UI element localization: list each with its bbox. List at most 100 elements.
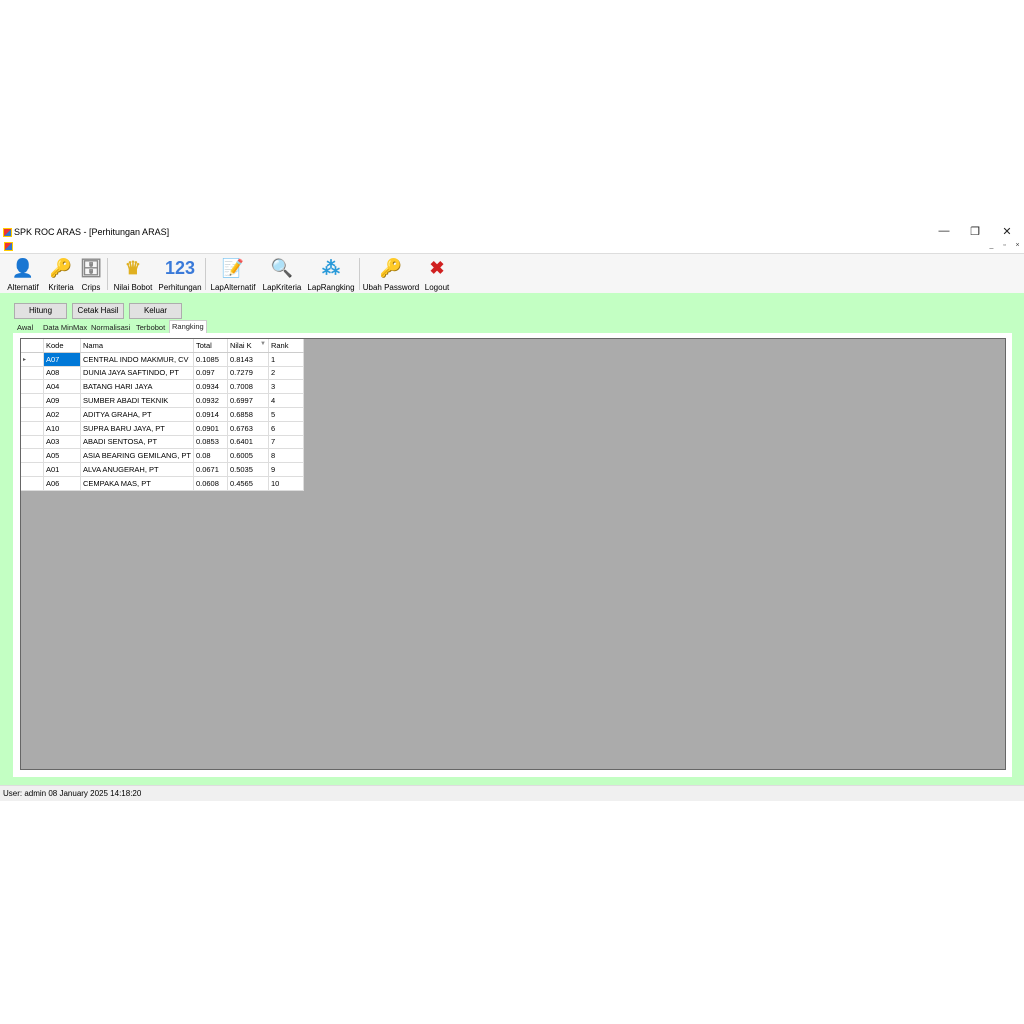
mdi-close-button[interactable]: × [1012, 242, 1023, 249]
ranking-grid[interactable]: Kode Nama Total Nilai K ▼ Rank ▸ A07 CENTR… [20, 338, 1006, 770]
cell-total[interactable]: 0.0853 [193, 435, 228, 450]
cell-total[interactable]: 0.097 [193, 366, 228, 381]
table-row[interactable]: A09 SUMBER ABADI TEKNIK 0.0932 0.6997 4 [21, 393, 304, 408]
cell-kode[interactable]: A02 [43, 407, 81, 422]
column-header-nilai-k[interactable]: Nilai K ▼ [227, 339, 269, 353]
cell-nilai-k[interactable]: 0.5035 [227, 462, 269, 477]
cell-nama[interactable]: CENTRAL INDO MAKMUR, CV [80, 352, 194, 367]
cell-kode[interactable]: A08 [43, 366, 81, 381]
toolbar-button-alternatif[interactable]: 👤 Alternatif [5, 254, 41, 294]
row-header[interactable] [21, 435, 44, 450]
row-header[interactable] [21, 448, 44, 464]
cell-total[interactable]: 0.0608 [193, 476, 228, 491]
toolbar-button-lapalternatif[interactable]: 📝 LapAlternatif [208, 254, 258, 294]
toolbar-button-crips[interactable]: 🗄 Crips [78, 254, 104, 294]
cell-kode[interactable]: A06 [43, 476, 81, 491]
toolbar-button-ubah-password[interactable]: 🔑 Ubah Password [362, 254, 420, 294]
table-row[interactable]: A04 BATANG HARI JAYA 0.0934 0.7008 3 [21, 379, 304, 395]
cell-nilai-k[interactable]: 0.8143 [227, 352, 269, 367]
cell-kode[interactable]: A04 [43, 379, 81, 395]
tab-terbobot[interactable]: Terbobot [134, 322, 167, 333]
cell-rank[interactable]: 7 [268, 435, 304, 450]
toolbar-button-logout[interactable]: ✖ Logout [422, 254, 452, 294]
row-header[interactable] [21, 393, 44, 408]
mdi-minimize-button[interactable]: _ [986, 242, 997, 249]
hitung-button[interactable]: Hitung [14, 303, 67, 319]
cell-kode[interactable]: A05 [43, 448, 81, 464]
cell-nama[interactable]: ALVA ANUGERAH, PT [80, 462, 194, 477]
cell-nama[interactable]: ASIA BEARING GEMILANG, PT [80, 448, 194, 464]
row-header[interactable]: ▸ [21, 352, 44, 367]
cell-nama[interactable]: ABADI SENTOSA, PT [80, 435, 194, 450]
table-row[interactable]: A02 ADITYA GRAHA, PT 0.0914 0.6858 5 [21, 407, 304, 422]
cell-kode[interactable]: A09 [43, 393, 81, 408]
cell-nama[interactable]: CEMPAKA MAS, PT [80, 476, 194, 491]
table-row[interactable]: ▸ A07 CENTRAL INDO MAKMUR, CV 0.1085 0.8143 1 [21, 352, 304, 367]
cell-nilai-k[interactable]: 0.6005 [227, 448, 269, 464]
cell-rank[interactable]: 10 [268, 476, 304, 491]
column-header-total[interactable]: Total [193, 339, 228, 353]
toolbar-button-kriteria[interactable]: 🔑 Kriteria [45, 254, 77, 294]
mdi-child-icon[interactable] [4, 242, 13, 251]
cell-nilai-k[interactable]: 0.6401 [227, 435, 269, 450]
table-row[interactable]: A06 CEMPAKA MAS, PT 0.0608 0.4565 10 [21, 476, 304, 491]
table-row[interactable]: A01 ALVA ANUGERAH, PT 0.0671 0.5035 9 [21, 462, 304, 477]
close-button[interactable]: ✕ [992, 225, 1022, 238]
cell-total[interactable]: 0.1085 [193, 352, 228, 367]
cell-kode[interactable]: A10 [43, 421, 81, 436]
cell-rank[interactable]: 5 [268, 407, 304, 422]
table-row[interactable]: A10 SUPRA BARU JAYA, PT 0.0901 0.6763 6 [21, 421, 304, 436]
cell-rank[interactable]: 2 [268, 366, 304, 381]
cell-total[interactable]: 0.0934 [193, 379, 228, 395]
toolbar-button-laprangking[interactable]: ⁂ LapRangking [306, 254, 356, 294]
row-header[interactable] [21, 379, 44, 395]
cell-total[interactable]: 0.08 [193, 448, 228, 464]
cell-rank[interactable]: 9 [268, 462, 304, 477]
cell-total[interactable]: 0.0932 [193, 393, 228, 408]
cell-total[interactable]: 0.0914 [193, 407, 228, 422]
column-header-kode[interactable]: Kode [43, 339, 81, 353]
cell-rank[interactable]: 1 [268, 352, 304, 367]
cell-kode[interactable]: A03 [43, 435, 81, 450]
column-header-nama[interactable]: Nama [80, 339, 194, 353]
mdi-restore-button[interactable]: ▫ [999, 242, 1010, 249]
cetak-hasil-button[interactable]: Cetak Hasil [72, 303, 124, 319]
cell-total[interactable]: 0.0901 [193, 421, 228, 436]
cell-rank[interactable]: 8 [268, 448, 304, 464]
toolbar-button-nilai-bobot[interactable]: ♛ Nilai Bobot [110, 254, 156, 294]
toolbar-button-perhitungan[interactable]: 123 Perhitungan [157, 254, 203, 294]
tab-awal[interactable]: Awal [15, 322, 35, 333]
row-header[interactable] [21, 476, 44, 491]
keluar-button[interactable]: Keluar [129, 303, 182, 319]
cell-kode[interactable]: A01 [43, 462, 81, 477]
row-header[interactable] [21, 462, 44, 477]
row-header[interactable] [21, 421, 44, 436]
column-header-rank[interactable]: Rank [268, 339, 304, 353]
cell-kode[interactable]: A07 [43, 352, 81, 367]
cell-nama[interactable]: BATANG HARI JAYA [80, 379, 194, 395]
table-row[interactable]: A05 ASIA BEARING GEMILANG, PT 0.08 0.6005 8 [21, 448, 304, 464]
cell-nilai-k[interactable]: 0.7008 [227, 379, 269, 395]
cell-nilai-k[interactable]: 0.6763 [227, 421, 269, 436]
cell-nama[interactable]: DUNIA JAYA SAFTINDO, PT [80, 366, 194, 381]
maximize-button[interactable]: ❐ [960, 225, 990, 238]
table-row[interactable]: A08 DUNIA JAYA SAFTINDO, PT 0.097 0.7279 2 [21, 366, 304, 381]
cell-nilai-k[interactable]: 0.4565 [227, 476, 269, 491]
cell-nama[interactable]: SUPRA BARU JAYA, PT [80, 421, 194, 436]
minimize-button[interactable]: — [929, 225, 959, 237]
table-row[interactable]: A03 ABADI SENTOSA, PT 0.0853 0.6401 7 [21, 435, 304, 450]
toolbar-button-lapkriteria[interactable]: 🔍 LapKriteria [261, 254, 303, 294]
cell-rank[interactable]: 3 [268, 379, 304, 395]
cell-nilai-k[interactable]: 0.6858 [227, 407, 269, 422]
row-header[interactable] [21, 366, 44, 381]
cell-nilai-k[interactable]: 0.6997 [227, 393, 269, 408]
cell-rank[interactable]: 4 [268, 393, 304, 408]
cell-total[interactable]: 0.0671 [193, 462, 228, 477]
tab-data-minmax[interactable]: Data MinMax [41, 322, 89, 333]
cell-nilai-k[interactable]: 0.7279 [227, 366, 269, 381]
tab-rangking[interactable]: Rangking [169, 320, 207, 334]
tab-normalisasi[interactable]: Normalisasi [89, 322, 132, 333]
row-header[interactable] [21, 407, 44, 422]
cell-nama[interactable]: SUMBER ABADI TEKNIK [80, 393, 194, 408]
cell-rank[interactable]: 6 [268, 421, 304, 436]
